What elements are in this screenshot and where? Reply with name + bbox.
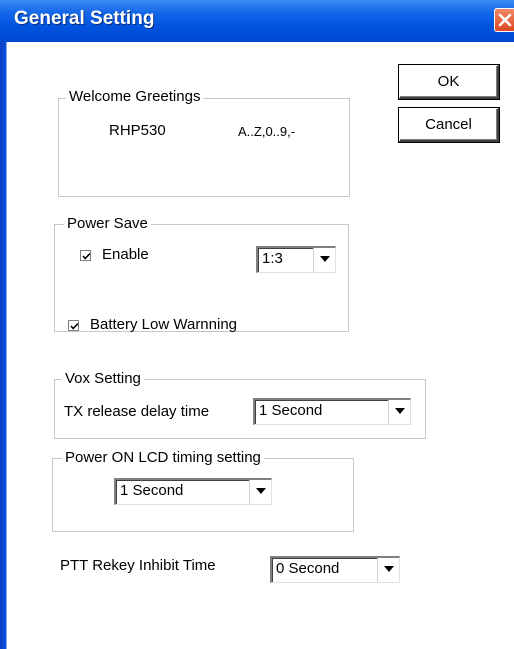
tx-release-delay-value: 1 Second xyxy=(259,402,323,419)
chevron-down-icon xyxy=(384,566,394,572)
title-bar[interactable]: General Setting xyxy=(0,0,514,42)
close-icon xyxy=(498,13,512,27)
checkmark-icon xyxy=(82,252,91,260)
battery-low-warning-checkbox[interactable] xyxy=(68,320,79,331)
checkmark-icon xyxy=(70,322,79,330)
tx-release-delay-label: TX release delay time xyxy=(64,403,210,420)
welcome-greetings-legend: Welcome Greetings xyxy=(66,88,204,105)
lcd-timing-legend: Power ON LCD timing setting xyxy=(62,449,264,466)
vox-setting-legend: Vox Setting xyxy=(62,370,144,387)
chevron-down-icon xyxy=(256,488,266,494)
ptt-rekey-label: PTT Rekey Inhibit Time xyxy=(60,557,216,574)
ok-button-label: OK xyxy=(437,73,460,90)
window-border xyxy=(0,42,16,649)
lcd-timing-select[interactable]: 1 Second xyxy=(114,478,272,505)
power-save-ratio-value: 1:3 xyxy=(262,250,283,267)
lcd-timing-dropdown-button[interactable] xyxy=(249,480,271,504)
cancel-button-label: Cancel xyxy=(425,116,472,133)
close-button[interactable] xyxy=(494,8,514,32)
tx-release-delay-dropdown-button[interactable] xyxy=(388,400,410,424)
chevron-down-icon xyxy=(320,256,330,262)
power-save-legend: Power Save xyxy=(64,215,151,232)
power-save-enable-label: Enable xyxy=(102,246,149,263)
power-save-ratio-dropdown-button[interactable] xyxy=(313,248,335,272)
lcd-timing-value: 1 Second xyxy=(120,482,184,499)
welcome-greeting-value: RHP530 xyxy=(109,122,166,139)
welcome-greetings-group xyxy=(58,98,350,197)
battery-low-warning-label: Battery Low Warnning xyxy=(90,316,238,333)
window-title: General Setting xyxy=(14,8,155,29)
welcome-greeting-hint: A..Z,0..9,- xyxy=(238,124,296,139)
tx-release-delay-select[interactable]: 1 Second xyxy=(253,398,411,425)
power-save-enable-checkbox[interactable] xyxy=(80,250,91,261)
dialog-body: OK Cancel Welcome Greetings RHP530 A..Z,… xyxy=(16,42,514,649)
cancel-button[interactable]: Cancel xyxy=(399,108,499,142)
ok-button[interactable]: OK xyxy=(399,65,499,99)
ptt-rekey-select[interactable]: 0 Second xyxy=(270,556,400,583)
welcome-greeting-input[interactable]: RHP530 xyxy=(102,119,226,144)
dialog-window: General Setting OK Cancel Welcome Greeti… xyxy=(0,0,514,649)
power-save-ratio-select[interactable]: 1:3 xyxy=(256,246,336,273)
ptt-rekey-value: 0 Second xyxy=(276,560,340,577)
ptt-rekey-dropdown-button[interactable] xyxy=(377,558,399,582)
chevron-down-icon xyxy=(395,408,405,414)
